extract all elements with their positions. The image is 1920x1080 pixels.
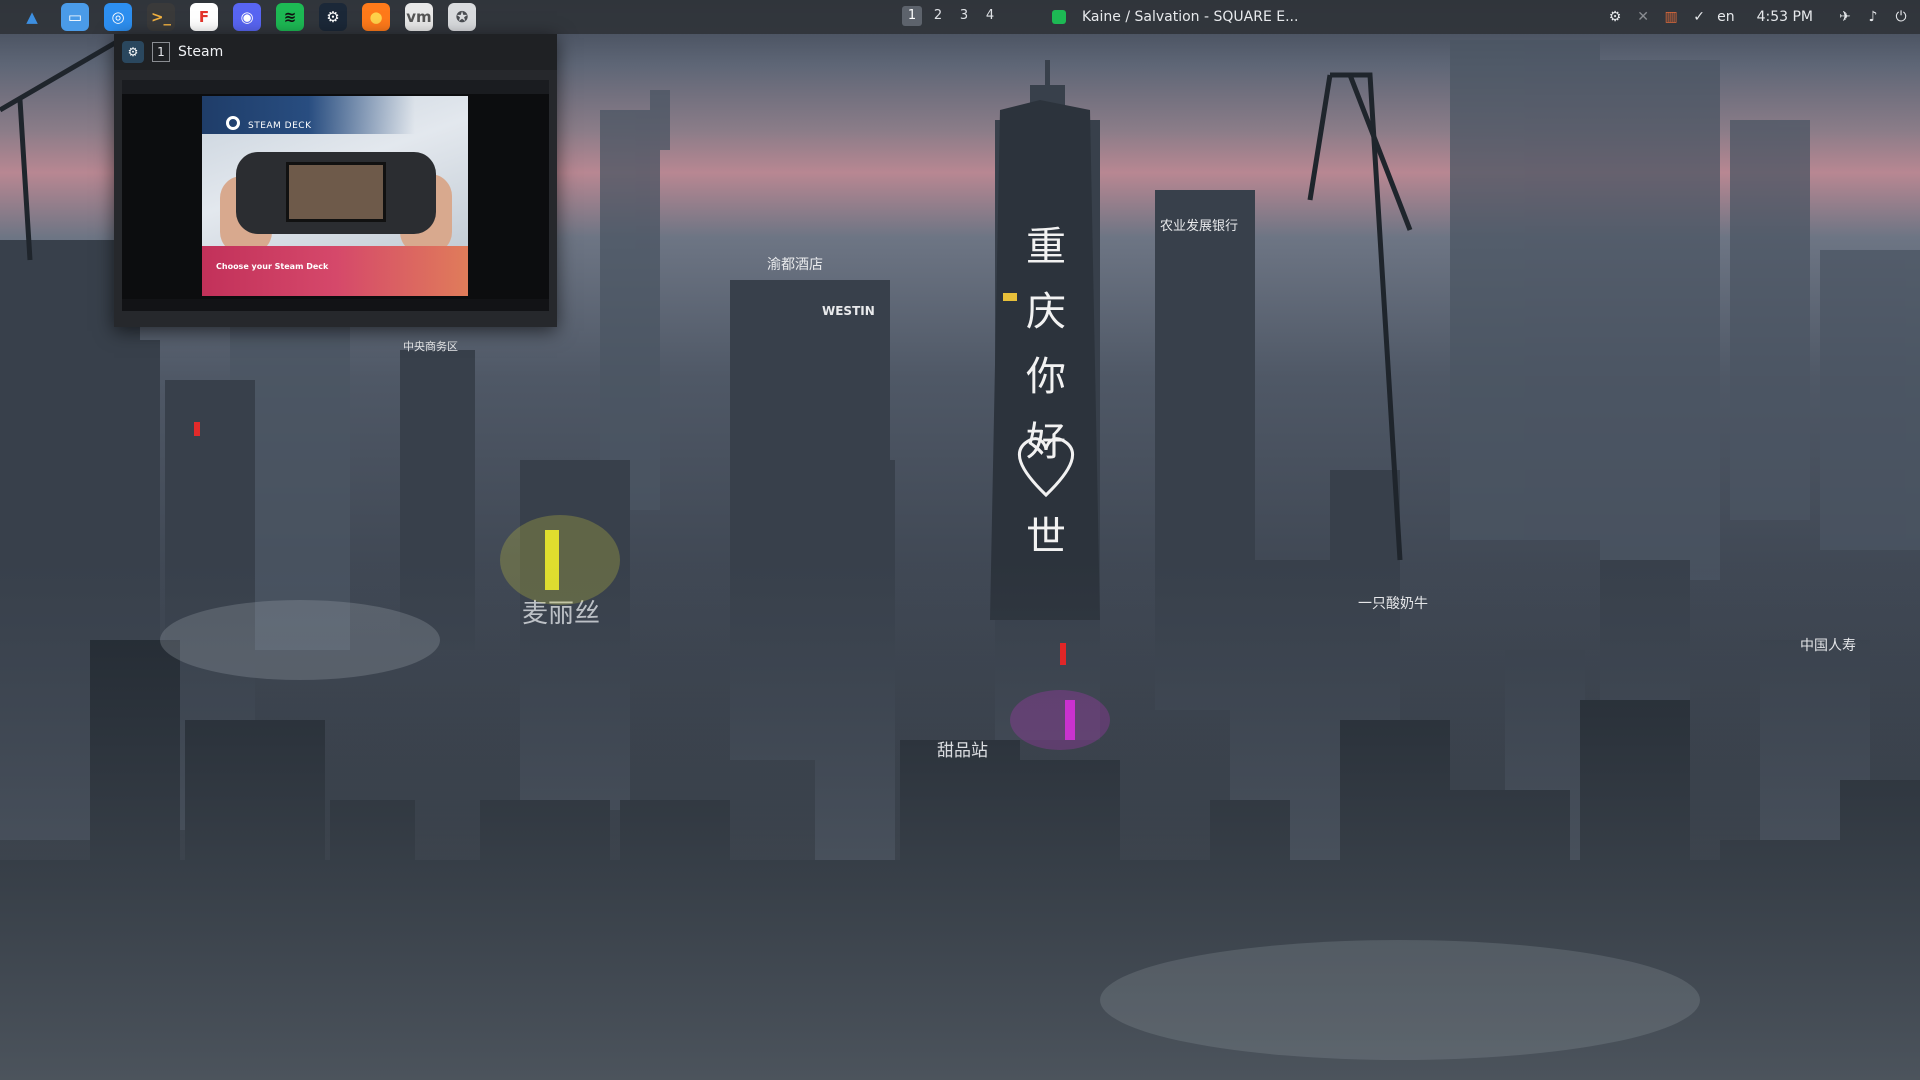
ime-tray-icon[interactable]: ▥: [1662, 8, 1680, 26]
window-preview-popup[interactable]: ⚙ 1 Steam STEAM DECK Choose your Steam D…: [114, 34, 557, 327]
thumbnail-cta-text: Choose your Steam Deck: [216, 262, 329, 271]
steam-deck-image: [236, 152, 436, 234]
launcher-icon[interactable]: ▲: [18, 3, 46, 31]
firefox-icon[interactable]: ●: [362, 3, 390, 31]
window-thumbnail[interactable]: STEAM DECK Choose your Steam Deck: [122, 80, 549, 311]
now-playing-widget[interactable]: Kaine / Salvation - SQUARE E...: [1052, 0, 1298, 34]
keyboard-language[interactable]: en: [1717, 9, 1735, 25]
power-icon[interactable]: ⏻: [1892, 8, 1910, 26]
svg-text:世: 世: [1026, 514, 1066, 560]
workspace-1[interactable]: 1: [902, 6, 922, 26]
svg-text:渝都酒店: 渝都酒店: [767, 257, 823, 273]
svg-text:重: 重: [1026, 224, 1066, 270]
files-icon[interactable]: ▭: [61, 3, 89, 31]
flathub-icon[interactable]: F: [190, 3, 218, 31]
browser-icon[interactable]: ◎: [104, 3, 132, 31]
thumbnail-header-text: STEAM DECK: [248, 121, 312, 131]
workspace-switcher: 1 2 3 4: [902, 6, 1000, 26]
workspace-2[interactable]: 2: [928, 6, 948, 26]
workspace-3[interactable]: 3: [954, 6, 974, 26]
steam-icon: ⚙: [122, 41, 144, 63]
steam-icon[interactable]: ⚙: [319, 3, 347, 31]
spotify-icon: [1052, 10, 1066, 24]
settings-icon[interactable]: ✪: [448, 3, 476, 31]
svg-text:好: 好: [1026, 419, 1066, 465]
mute-tray-icon[interactable]: ✕: [1634, 8, 1652, 26]
spotify-icon[interactable]: ≋: [276, 3, 304, 31]
svg-text:你: 你: [1026, 354, 1066, 400]
now-playing-title: Kaine / Salvation - SQUARE E...: [1082, 9, 1299, 25]
steam-deck-screen: [286, 162, 386, 222]
svg-text:庆: 庆: [1026, 289, 1066, 335]
svg-text:中央商务区: 中央商务区: [403, 339, 458, 353]
thumbnail-page: STEAM DECK Choose your Steam Deck: [202, 96, 468, 296]
system-tray: ⚙ ✕ ▥ ✓ en 4:53 PM ✈ ♪ ⏻: [1601, 0, 1920, 34]
steam-deck-logo-icon: [226, 116, 240, 130]
workspace-4[interactable]: 4: [980, 6, 1000, 26]
discord-icon[interactable]: ◉: [233, 3, 261, 31]
thumbnail-header: [202, 96, 468, 134]
thumbnail-statusbar: [122, 299, 549, 311]
terminal-icon[interactable]: >_: [147, 3, 175, 31]
steam-tray-icon[interactable]: ⚙: [1606, 8, 1624, 26]
window-title: Steam: [178, 44, 224, 60]
volume-icon[interactable]: ♪: [1864, 8, 1882, 26]
svg-text:WESTIN: WESTIN: [822, 304, 875, 318]
airplane-mode-icon[interactable]: ✈: [1836, 8, 1854, 26]
preview-header: ⚙ 1 Steam: [114, 34, 557, 70]
window-index-badge: 1: [152, 42, 170, 62]
thumbnail-cta-banner: [202, 246, 468, 296]
svg-text:农业发展银行: 农业发展银行: [1160, 218, 1238, 234]
clock[interactable]: 4:53 PM: [1757, 9, 1813, 25]
app-dock: ▲ ▭ ◎ >_ F ◉ ≋ ⚙ ● vm ✪: [0, 0, 483, 34]
vmware-icon[interactable]: vm: [405, 3, 433, 31]
top-panel: ▲ ▭ ◎ >_ F ◉ ≋ ⚙ ● vm ✪ 1 2 3 4 Kaine / Salvation …: [0, 0, 1920, 34]
thumbnail-toolbar: [122, 80, 549, 94]
check-tray-icon[interactable]: ✓: [1690, 8, 1708, 26]
